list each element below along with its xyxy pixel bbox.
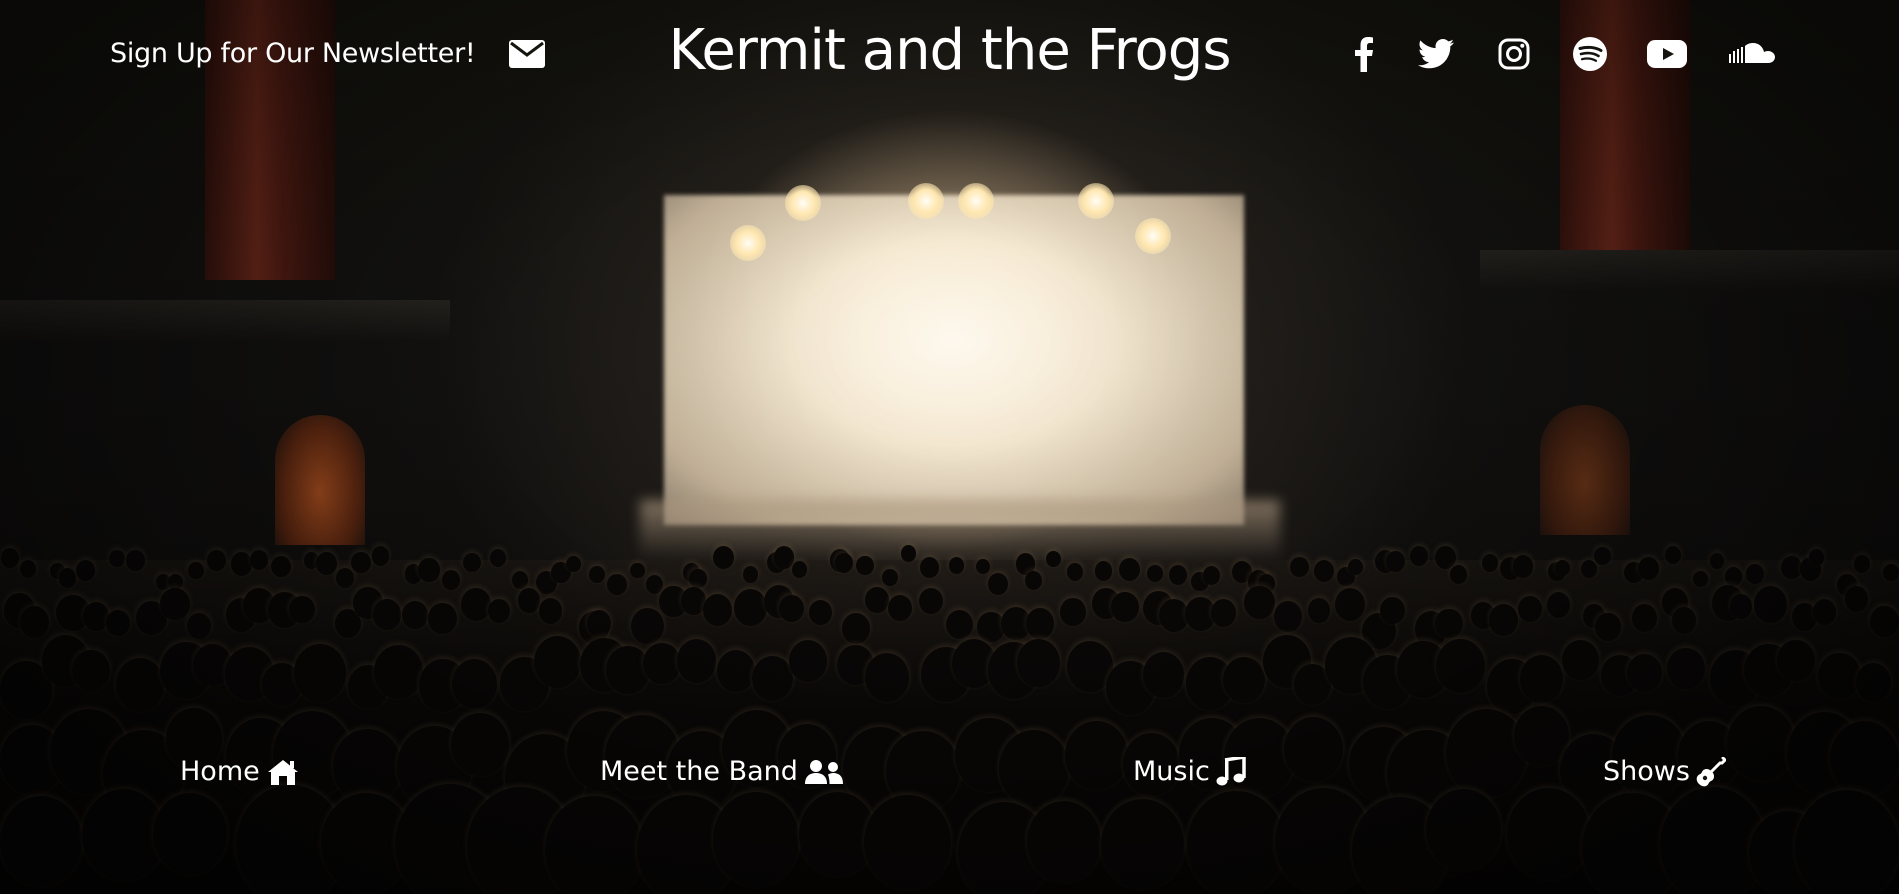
- users-icon: [804, 759, 844, 785]
- social-links: [1350, 34, 1780, 74]
- nav-music[interactable]: Music: [1133, 756, 1246, 787]
- nav-home[interactable]: Home: [180, 756, 300, 787]
- nav-meet-the-band[interactable]: Meet the Band: [600, 756, 844, 787]
- youtube-icon[interactable]: [1646, 34, 1688, 74]
- instagram-icon[interactable]: [1496, 34, 1532, 74]
- nav-home-label: Home: [180, 756, 260, 787]
- twitter-icon[interactable]: [1416, 34, 1456, 74]
- newsletter-label: Sign Up for Our Newsletter!: [110, 38, 476, 69]
- nav-meet-the-band-label: Meet the Band: [600, 756, 798, 787]
- nav-music-label: Music: [1133, 756, 1210, 787]
- music-note-icon: [1216, 756, 1246, 787]
- nav-shows[interactable]: Shows: [1603, 756, 1726, 787]
- nav-shows-label: Shows: [1603, 756, 1690, 787]
- newsletter-signup-link[interactable]: Sign Up for Our Newsletter!: [110, 38, 546, 69]
- envelope-icon[interactable]: [509, 39, 546, 68]
- facebook-icon[interactable]: [1350, 34, 1378, 74]
- home-icon: [266, 758, 300, 786]
- hero-background: Sign Up for Our Newsletter! Kermit and t…: [0, 0, 1899, 894]
- site-title: Kermit and the Frogs: [668, 18, 1231, 83]
- guitar-icon: [1696, 756, 1726, 787]
- spotify-icon[interactable]: [1570, 34, 1610, 74]
- soundcloud-icon[interactable]: [1728, 34, 1776, 74]
